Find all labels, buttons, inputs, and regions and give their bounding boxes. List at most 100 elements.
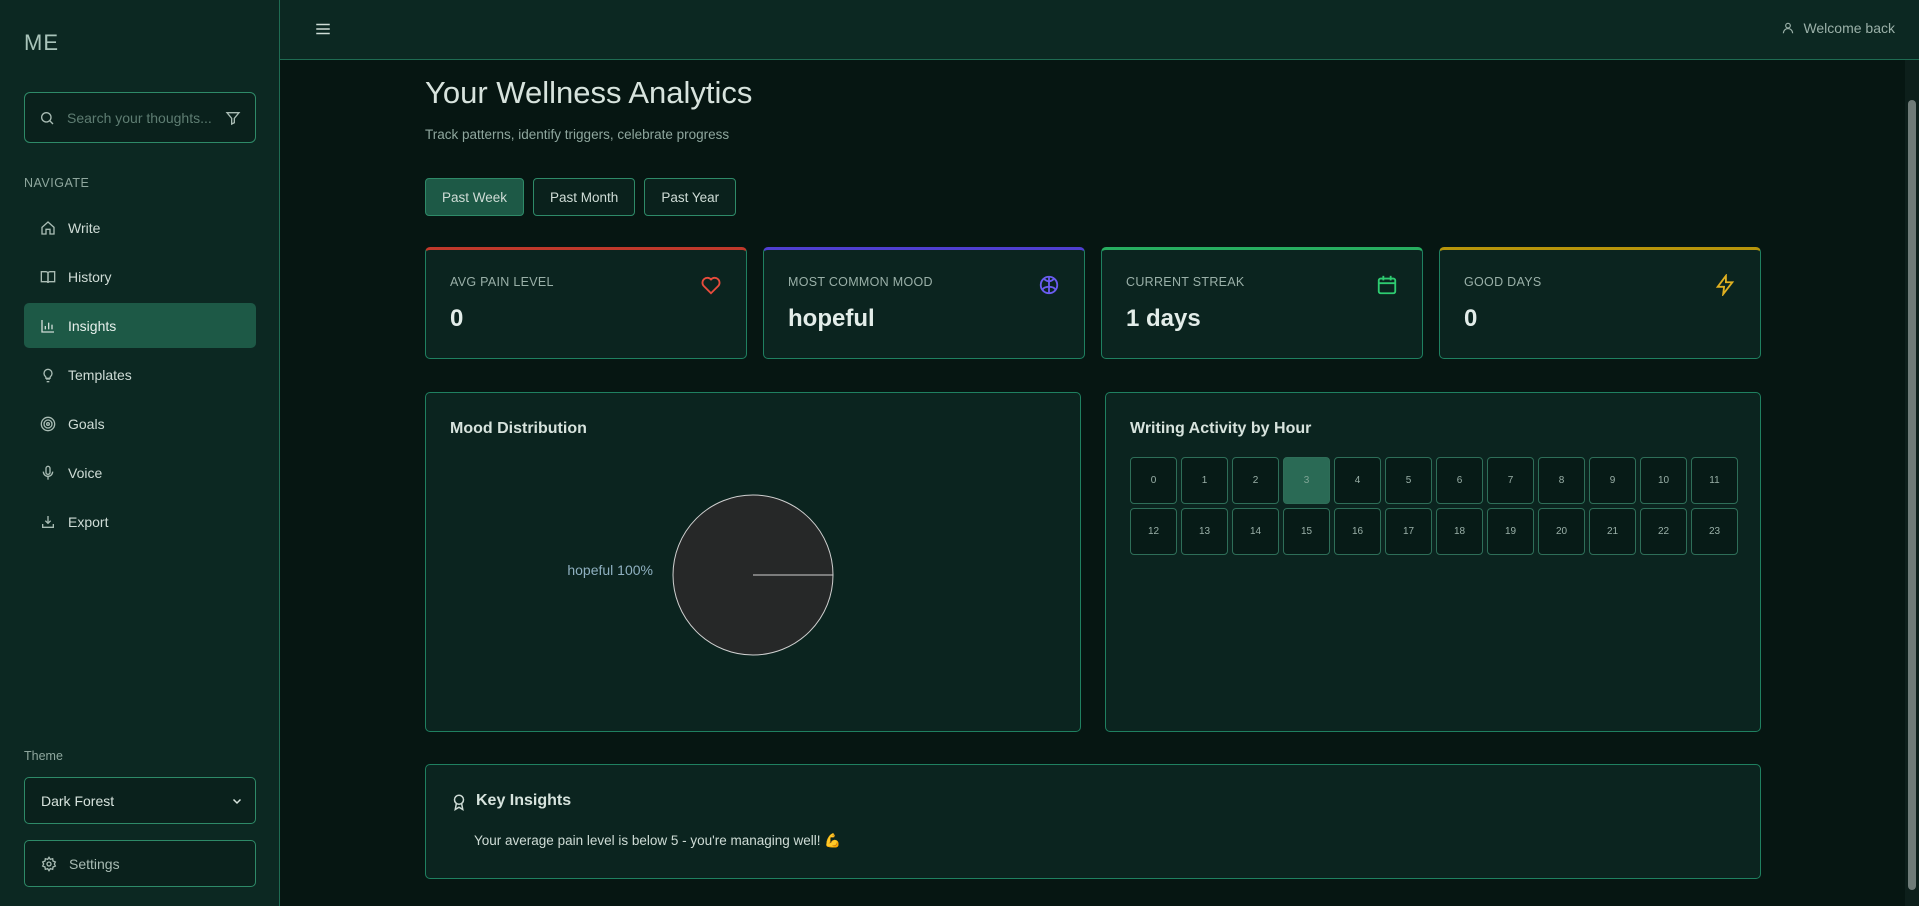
hour-cell[interactable]: 13 <box>1181 508 1228 555</box>
sidebar-item-insights[interactable]: Insights <box>24 303 256 348</box>
hour-cell[interactable]: 19 <box>1487 508 1534 555</box>
hour-cell[interactable]: 11 <box>1691 457 1738 504</box>
hour-cell[interactable]: 14 <box>1232 508 1279 555</box>
calendar-icon <box>1377 275 1397 295</box>
insight-text: Your average pain level is below 5 - you… <box>474 833 842 848</box>
range-past-month-button[interactable]: Past Month <box>533 178 636 216</box>
menu-icon[interactable] <box>314 20 332 38</box>
award-icon <box>453 794 465 811</box>
sidebar-item-label: Write <box>68 219 101 236</box>
top-bar: Welcome back <box>280 0 1919 60</box>
page-subtitle: Track patterns, identify triggers, celeb… <box>425 127 730 142</box>
hour-cell[interactable]: 9 <box>1589 457 1636 504</box>
sidebar-item-label: Insights <box>68 317 117 334</box>
hour-cell[interactable]: 3 <box>1283 457 1330 504</box>
user-icon <box>1783 22 1794 34</box>
range-past-week-button[interactable]: Past Week <box>425 178 525 216</box>
sidebar-item-label: Voice <box>68 464 103 481</box>
stat-value: hopeful <box>788 305 875 332</box>
stat-label: GOOD DAYS <box>1464 275 1542 289</box>
stat-label: AVG PAIN LEVEL <box>450 275 554 289</box>
hour-grid: 0 1 2 3 4 5 6 7 8 9 10 11 12 13 14 15 16 17 18 19 20 21 22 23 <box>1130 457 1738 555</box>
hour-cell[interactable]: 5 <box>1385 457 1432 504</box>
hour-cell[interactable]: 22 <box>1640 508 1687 555</box>
sidebar-item-write[interactable]: Write <box>24 205 256 250</box>
stat-label: CURRENT STREAK <box>1126 275 1245 289</box>
sidebar-item-goals[interactable]: Goals <box>24 401 256 446</box>
pie-data-label: hopeful 100% <box>567 562 653 578</box>
stat-card-pain: AVG PAIN LEVEL 0 <box>425 247 747 359</box>
sidebar-item-history[interactable]: History <box>24 254 256 299</box>
hour-cell[interactable]: 16 <box>1334 508 1381 555</box>
key-insights-panel: Key Insights Your average pain level is … <box>425 764 1761 879</box>
hour-cell[interactable]: 2 <box>1232 457 1279 504</box>
sidebar-item-label: History <box>68 268 112 285</box>
hour-cell[interactable]: 8 <box>1538 457 1585 504</box>
bar-chart-icon <box>41 319 54 333</box>
hour-cell[interactable]: 7 <box>1487 457 1534 504</box>
hour-cell[interactable]: 6 <box>1436 457 1483 504</box>
sidebar-item-label: Templates <box>68 366 132 383</box>
hour-cell[interactable]: 23 <box>1691 508 1738 555</box>
hour-cell[interactable]: 20 <box>1538 508 1585 555</box>
heart-icon <box>701 276 721 295</box>
theme-select[interactable]: Dark Forest <box>24 777 256 824</box>
welcome-text: Welcome back <box>1803 20 1895 36</box>
hour-cell[interactable]: 17 <box>1385 508 1432 555</box>
hour-cell[interactable]: 15 <box>1283 508 1330 555</box>
hour-cell[interactable]: 4 <box>1334 457 1381 504</box>
hour-cell[interactable]: 18 <box>1436 508 1483 555</box>
page-title: Your Wellness Analytics <box>425 75 753 110</box>
chevron-down-icon <box>232 798 242 804</box>
home-icon <box>41 220 55 235</box>
writing-activity-panel: Writing Activity by Hour 0 1 2 3 4 5 6 7 8 9 10 11 1… <box>1105 392 1761 732</box>
mood-distribution-panel: Mood Distribution hopeful 100% <box>425 392 1081 732</box>
stat-card-streak: CURRENT STREAK 1 days <box>1101 247 1423 359</box>
sidebar-item-templates[interactable]: Templates <box>24 352 256 397</box>
panel-title: Writing Activity by Hour <box>1130 420 1312 437</box>
sidebar-item-label: Goals <box>68 415 105 432</box>
sidebar-nav: Write History Insights Templates Goals V… <box>24 205 256 548</box>
filter-icon[interactable] <box>225 110 241 126</box>
range-past-year-button[interactable]: Past Year <box>644 178 737 216</box>
user-greeting[interactable]: Welcome back <box>1781 20 1895 36</box>
gear-icon <box>41 855 57 872</box>
stat-card-good-days: GOOD DAYS 0 <box>1439 247 1761 359</box>
hour-cell[interactable]: 1 <box>1181 457 1228 504</box>
panel-title: Key Insights <box>476 792 572 809</box>
microphone-icon <box>42 465 54 480</box>
main-content: Your Wellness Analytics Track patterns, … <box>281 60 1905 906</box>
stat-label: MOST COMMON MOOD <box>788 275 933 289</box>
stat-value: 1 days <box>1126 305 1201 332</box>
mood-pie-chart: hopeful 100% <box>567 494 834 656</box>
brain-icon <box>1039 275 1059 295</box>
book-icon <box>40 270 56 283</box>
sidebar-item-export[interactable]: Export <box>24 499 256 544</box>
hour-cell[interactable]: 10 <box>1640 457 1687 504</box>
download-icon <box>42 515 54 528</box>
search-icon <box>41 111 54 124</box>
scrollbar-thumb[interactable] <box>1908 100 1916 890</box>
sidebar-item-voice[interactable]: Voice <box>24 450 256 495</box>
hour-cell[interactable]: 12 <box>1130 508 1177 555</box>
target-icon <box>40 416 56 431</box>
time-range-selector: Past Week Past Month Past Year <box>425 178 737 216</box>
scrollbar[interactable] <box>1905 60 1919 906</box>
app-logo: ME <box>24 30 59 55</box>
search-input[interactable]: Search your thoughts... <box>67 110 213 126</box>
search-box[interactable]: Search your thoughts... <box>24 92 256 143</box>
theme-select-value: Dark Forest <box>41 792 115 809</box>
lightbulb-icon <box>43 368 53 382</box>
stat-value: 0 <box>1464 305 1478 332</box>
sidebar-item-label: Export <box>68 513 109 530</box>
stat-value: 0 <box>450 305 464 332</box>
lightning-icon <box>1715 274 1735 296</box>
hour-cell[interactable]: 21 <box>1589 508 1636 555</box>
sidebar: ME Search your thoughts... NAVIGATE Writ… <box>0 0 280 906</box>
settings-label: Settings <box>69 855 120 872</box>
theme-label: Theme <box>24 749 63 763</box>
nav-heading: NAVIGATE <box>24 176 90 190</box>
stat-card-mood: MOST COMMON MOOD hopeful <box>763 247 1085 359</box>
hour-cell[interactable]: 0 <box>1130 457 1177 504</box>
settings-button[interactable]: Settings <box>24 840 256 887</box>
